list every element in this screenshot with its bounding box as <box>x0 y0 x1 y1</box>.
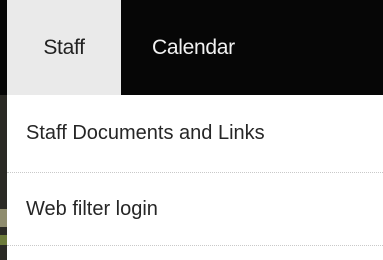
tab-staff[interactable]: Staff <box>7 0 121 95</box>
tab-calendar-label: Calendar <box>152 35 235 59</box>
staff-dropdown-menu: Staff Documents and Links Web filter log… <box>7 95 383 260</box>
background-image-strip <box>0 95 7 260</box>
menu-item-staff-documents-and-links[interactable]: Staff Documents and Links <box>7 95 383 173</box>
tab-staff-label: Staff <box>43 35 85 59</box>
background-image-detail <box>0 209 7 227</box>
menu-item-label: Web filter login <box>26 197 158 220</box>
tab-calendar[interactable]: Calendar <box>152 0 235 95</box>
menu-item-label: Staff Documents and Links <box>26 122 265 144</box>
background-image-detail-2 <box>0 235 7 245</box>
top-navigation-bar: Staff Calendar <box>0 0 383 95</box>
menu-item-web-filter-login[interactable]: Web filter login <box>7 173 383 246</box>
page: Staff Calendar Staff Documents and Links… <box>0 0 383 260</box>
